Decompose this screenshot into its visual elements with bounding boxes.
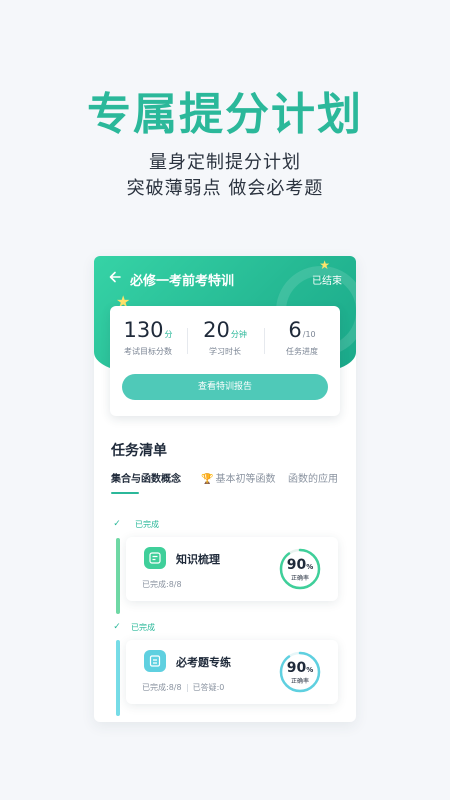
view-report-button[interactable]: 查看特训报告 bbox=[122, 374, 328, 400]
stat-unit: 分 bbox=[164, 330, 173, 339]
ring-text: 90% 正确率 bbox=[278, 660, 322, 685]
tab-label: 基本初等函数 bbox=[215, 474, 276, 485]
accuracy-unit: % bbox=[306, 563, 314, 571]
accuracy-ring: 90% 正确率 bbox=[278, 650, 322, 694]
stat-label: 考试目标分数 bbox=[124, 347, 172, 356]
phone-screen: ★ ★ 必修一考前考特训 已结束 130分 考试目标分数 20分钟 学习时长 6… bbox=[94, 256, 356, 722]
task-meta: 已完成:8/8 bbox=[142, 579, 182, 590]
star-icon: ★ bbox=[319, 258, 330, 272]
tab-basic-functions[interactable]: 🏆 基本初等函数 bbox=[201, 470, 275, 485]
status-label: 已完成 bbox=[131, 623, 155, 632]
accuracy-label: 正确率 bbox=[290, 678, 309, 685]
active-tab-indicator bbox=[111, 492, 139, 494]
stat-label: 任务进度 bbox=[286, 347, 318, 356]
stat-unit: /10 bbox=[302, 330, 316, 339]
status-badge: 已结束 bbox=[312, 276, 342, 287]
tab-function-applications[interactable]: 函数的应用 bbox=[288, 470, 338, 485]
task-completed: 已完成:8/8 bbox=[142, 580, 182, 589]
task-name: 必考题专练 bbox=[176, 656, 231, 669]
task-name: 知识梳理 bbox=[176, 553, 220, 566]
accuracy-ring: 90% 正确率 bbox=[278, 547, 322, 591]
trophy-icon: 🏆 bbox=[201, 474, 214, 485]
status-label: 已完成 bbox=[135, 520, 159, 529]
stat-unit: 分钟 bbox=[230, 330, 247, 339]
timeline-line bbox=[116, 538, 120, 614]
arrow-left-icon[interactable] bbox=[108, 270, 124, 286]
stat-target-score: 130分 考试目标分数 bbox=[110, 318, 186, 357]
accuracy-label: 正确率 bbox=[290, 575, 309, 582]
tab-sets-functions[interactable]: 集合与函数概念 bbox=[111, 470, 181, 485]
stat-value: 130 bbox=[123, 318, 164, 342]
task-answered: 已答疑:0 bbox=[192, 683, 225, 692]
section-title: 任务清单 bbox=[111, 443, 167, 459]
task-card-exercise[interactable]: 必考题专练 已完成:8/8 已答疑:0 90% 正确率 bbox=[126, 640, 338, 704]
check-icon: ✓ bbox=[113, 519, 121, 529]
tab-bar: 集合与函数概念 🏆 基本初等函数 函数的应用 bbox=[111, 470, 351, 494]
page-title: 必修一考前考特训 bbox=[130, 274, 235, 289]
hero-subtitle-line1: 量身定制提分计划 bbox=[149, 152, 301, 173]
accuracy-value: 90 bbox=[286, 660, 307, 676]
hero-subtitle-line2: 突破薄弱点 做会必考题 bbox=[126, 178, 324, 199]
stat-value: 20 bbox=[203, 318, 230, 342]
task-card-knowledge[interactable]: 知识梳理 已完成:8/8 90% 正确率 bbox=[126, 537, 338, 601]
exercise-book-icon bbox=[144, 650, 166, 672]
stat-value: 6 bbox=[288, 318, 302, 342]
stat-task-progress: 6/10 任务进度 bbox=[264, 318, 340, 357]
task-completed: 已完成:8/8 bbox=[142, 683, 182, 692]
hero-title: 专属提分计划 bbox=[87, 89, 363, 140]
check-icon: ✓ bbox=[113, 622, 121, 632]
accuracy-unit: % bbox=[306, 666, 314, 674]
timeline-line bbox=[116, 640, 120, 716]
stat-study-time: 20分钟 学习时长 bbox=[187, 318, 263, 357]
notes-icon bbox=[144, 547, 166, 569]
task-meta: 已完成:8/8 已答疑:0 bbox=[142, 682, 224, 693]
accuracy-value: 90 bbox=[286, 557, 307, 573]
ring-text: 90% 正确率 bbox=[278, 557, 322, 582]
stats-card: 130分 考试目标分数 20分钟 学习时长 6/10 任务进度 查看特训报告 bbox=[110, 306, 340, 416]
divider bbox=[186, 683, 188, 692]
stat-label: 学习时长 bbox=[209, 347, 241, 356]
